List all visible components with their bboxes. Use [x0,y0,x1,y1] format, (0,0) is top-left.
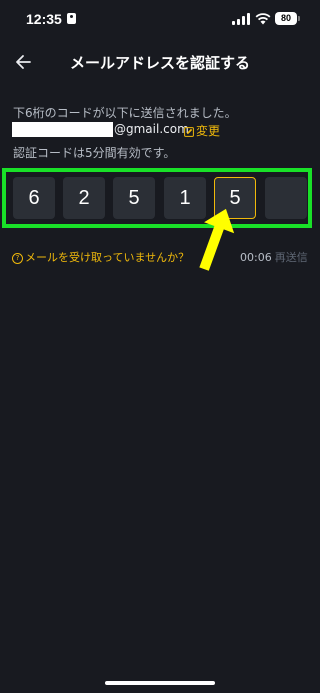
no-mail-link[interactable]: ? メールを受け取っていませんか？ [12,249,189,265]
contact-card-icon [67,13,76,24]
header: メールアドレスを認証する [0,44,320,80]
battery-icon: 80 [275,12,297,25]
code-digit-box-empty[interactable] [265,177,307,219]
code-digit-box[interactable]: 5 [113,177,155,219]
help-circle-icon: ? [12,253,23,264]
status-time: 12:35 [26,11,62,27]
annotation-arrow-icon [199,208,235,271]
wifi-icon [255,13,271,25]
email-domain: @gmail.com [114,122,189,136]
code-validity-text: 認証コードは5分間有効です。 [13,146,176,160]
resend-button[interactable]: 再送信 [275,251,308,264]
code-digit-box[interactable]: 2 [63,177,105,219]
code-sent-text: 下6桁のコードが以下に送信されました。 [13,106,237,120]
code-digit-box[interactable]: 6 [13,177,55,219]
change-email-label: 変更 [196,124,221,138]
cellular-signal-icon [232,13,250,25]
change-email-link[interactable]: 変更 [184,122,220,139]
no-mail-label: メールを受け取っていませんか？ [25,251,190,264]
resend-timer: 00:06 再送信 [240,249,308,265]
countdown: 00:06 [240,251,272,264]
status-bar: 12:35 80 [0,0,320,40]
edit-icon [184,127,194,137]
home-indicator [105,681,215,685]
page-title: メールアドレスを認証する [69,54,250,72]
battery-tip [298,16,300,21]
email-redaction [12,122,113,137]
